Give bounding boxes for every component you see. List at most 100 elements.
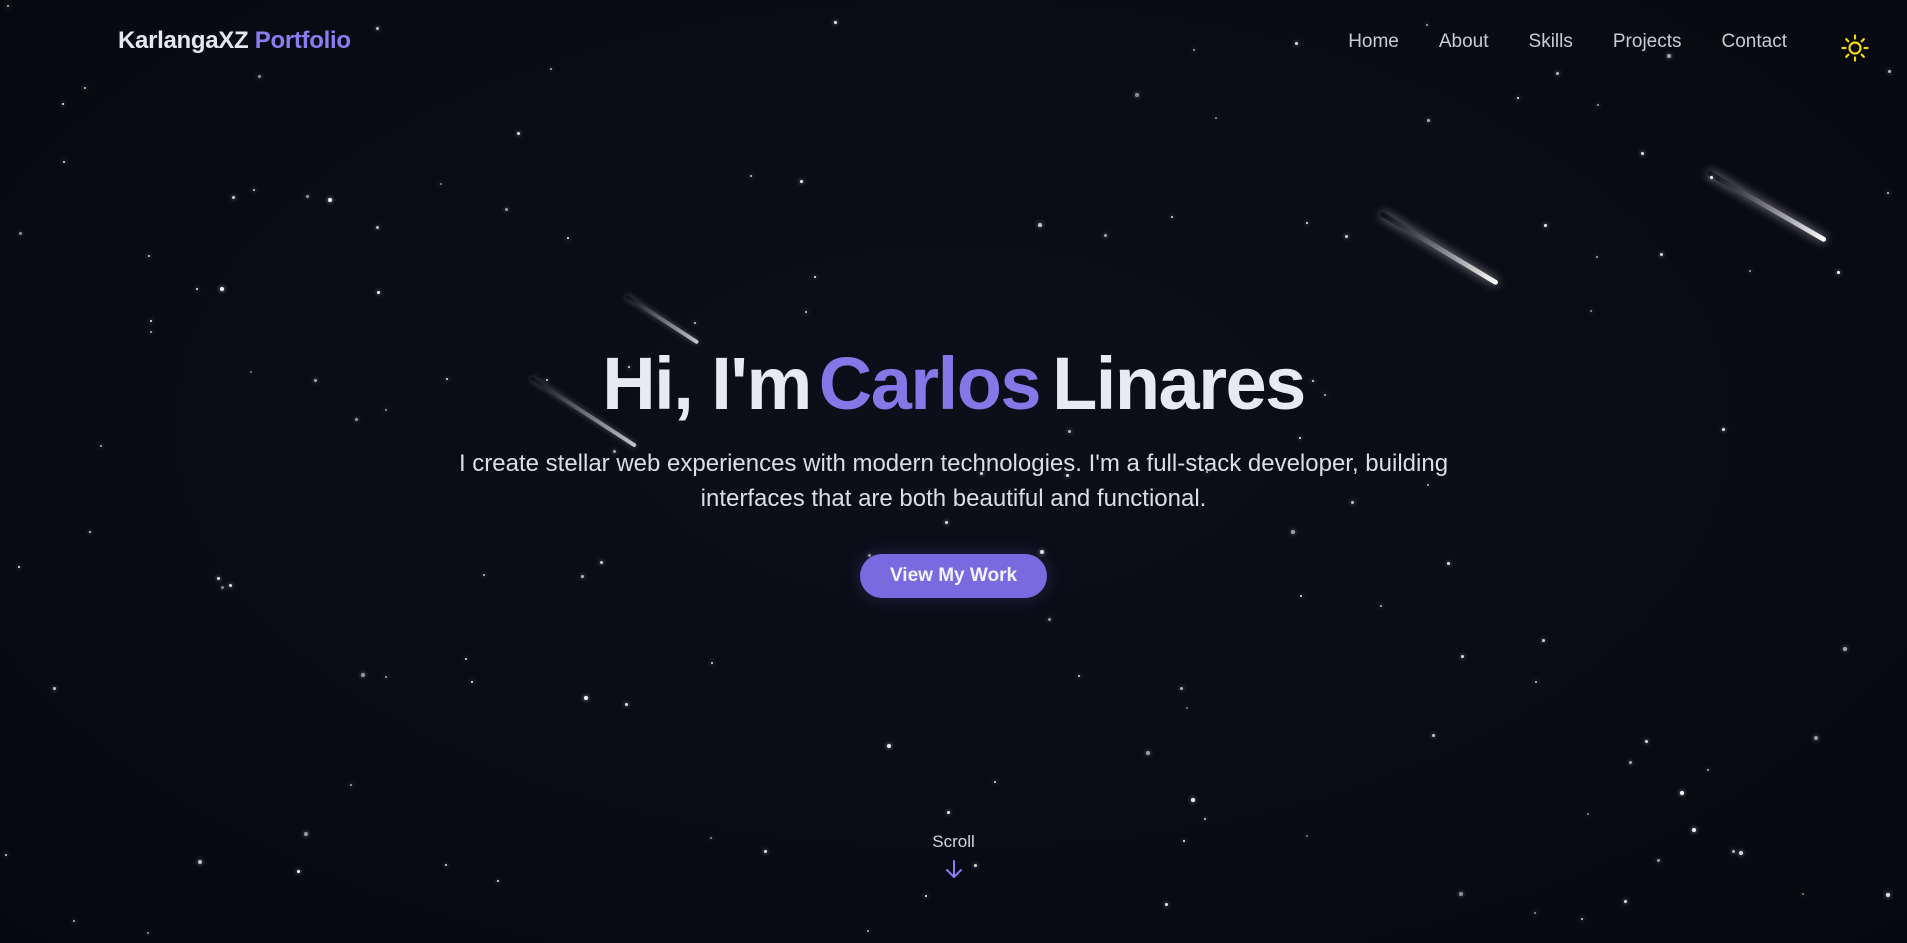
star: [1707, 769, 1709, 771]
hero-section: Hi, I'm Carlos Linares I create stellar we…: [0, 340, 1907, 598]
hero-greeting: Hi, I'm: [602, 342, 812, 425]
star: [694, 322, 696, 324]
star: [1186, 707, 1188, 709]
star: [385, 676, 387, 678]
star: [1191, 798, 1195, 802]
top-navigation: KarlangaXZ Portfolio Home About Skills P…: [0, 0, 1907, 86]
view-my-work-button[interactable]: View My Work: [859, 554, 1048, 598]
arrow-down-icon: [945, 860, 962, 878]
logo-name: KarlangaXZ: [118, 27, 249, 54]
star: [1542, 639, 1545, 642]
star: [1660, 253, 1663, 256]
star: [1590, 310, 1592, 312]
hero-title: Hi, I'm Carlos Linares: [0, 340, 1907, 428]
scroll-indicator[interactable]: Scroll: [0, 832, 1907, 880]
star: [1104, 234, 1107, 237]
star: [1038, 223, 1042, 227]
nav-links: Home About Skills Projects Contact: [1348, 31, 1787, 53]
star: [1171, 216, 1173, 218]
star: [84, 87, 86, 89]
star: [377, 291, 380, 294]
star: [1517, 97, 1519, 99]
star: [1587, 813, 1589, 815]
nav-link-projects[interactable]: Projects: [1613, 31, 1682, 53]
scroll-label: Scroll: [932, 832, 975, 851]
star: [220, 287, 224, 291]
star: [1345, 235, 1348, 238]
star: [376, 226, 379, 229]
star: [150, 331, 152, 333]
star: [1749, 270, 1751, 272]
star: [1165, 903, 1168, 906]
star: [1645, 740, 1648, 743]
star: [1459, 892, 1463, 896]
star: [1534, 912, 1536, 914]
hero-first-name: Carlos: [818, 342, 1042, 425]
star: [1380, 605, 1382, 607]
star: [465, 658, 467, 660]
star: [148, 255, 150, 257]
star: [1814, 736, 1818, 740]
star: [306, 195, 309, 198]
nav-link-skills[interactable]: Skills: [1529, 31, 1573, 53]
star: [925, 895, 927, 897]
logo-accent-word: Portfolio: [254, 27, 351, 54]
star: [471, 681, 473, 683]
star: [253, 189, 255, 191]
star: [1581, 918, 1583, 920]
star: [232, 196, 235, 199]
star: [1802, 893, 1804, 895]
star: [1596, 256, 1598, 258]
nav-link-home[interactable]: Home: [1348, 31, 1399, 53]
star: [1544, 224, 1547, 227]
page: KarlangaXZ Portfolio Home About Skills P…: [0, 0, 1907, 943]
star: [1427, 119, 1430, 122]
hero-subtitle: I create stellar web experiences with mo…: [458, 450, 1449, 512]
star: [1215, 117, 1217, 119]
star: [19, 232, 22, 235]
site-logo[interactable]: KarlangaXZ Portfolio: [118, 27, 351, 55]
star: [994, 781, 996, 783]
star: [750, 175, 752, 177]
star: [1843, 647, 1847, 651]
star: [361, 673, 365, 677]
star: [567, 237, 569, 239]
star: [1886, 893, 1890, 897]
star: [517, 132, 520, 135]
star: [73, 920, 75, 922]
star: [350, 784, 352, 786]
star: [1048, 618, 1051, 621]
star: [814, 276, 816, 278]
star: [63, 161, 65, 163]
star: [497, 880, 499, 882]
star: [1641, 152, 1644, 155]
star: [1680, 791, 1684, 795]
star: [1306, 222, 1308, 224]
sun-icon: [1841, 34, 1869, 62]
star: [1135, 93, 1139, 97]
star: [1432, 734, 1435, 737]
star: [1204, 818, 1206, 820]
star: [1624, 900, 1627, 903]
star: [625, 703, 628, 706]
star: [711, 662, 713, 664]
star: [1629, 761, 1632, 764]
theme-toggle-button[interactable]: [1841, 34, 1869, 62]
star: [328, 198, 332, 202]
nav-link-about[interactable]: About: [1439, 31, 1489, 53]
star: [440, 183, 442, 185]
star: [1461, 655, 1464, 658]
star: [53, 687, 56, 690]
star: [947, 811, 950, 814]
star: [887, 744, 891, 748]
star: [800, 180, 803, 183]
star: [805, 311, 807, 313]
star: [1597, 104, 1599, 106]
star: [1180, 687, 1183, 690]
star: [196, 288, 198, 290]
hero-last-name: Linares: [1052, 342, 1306, 425]
star: [1535, 681, 1537, 683]
star: [62, 103, 64, 105]
nav-link-contact[interactable]: Contact: [1722, 31, 1787, 53]
star: [584, 696, 588, 700]
